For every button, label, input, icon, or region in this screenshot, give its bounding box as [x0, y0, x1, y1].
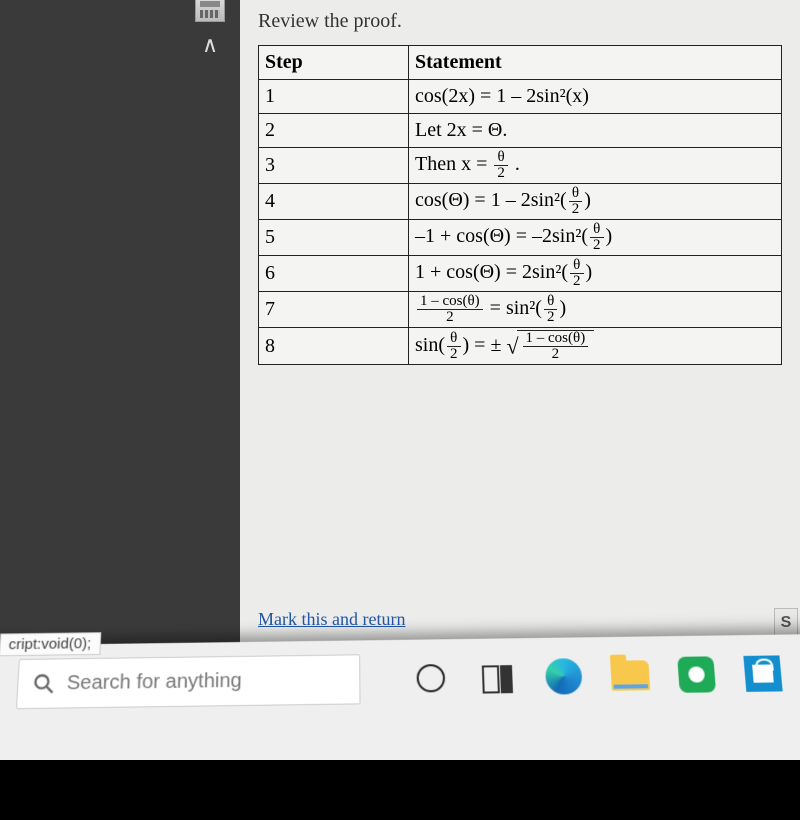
- header-statement: Statement: [409, 46, 782, 80]
- header-step: Step: [259, 46, 409, 80]
- statement-cell: Then x = θ2 .: [409, 148, 782, 184]
- step-cell: 7: [259, 292, 409, 328]
- statement-cell: –1 + cos(Θ) = –2sin²(θ2): [409, 220, 782, 256]
- laptop-keyboard-edge: [0, 760, 800, 820]
- proof-table: Step Statement 1 cos(2x) = 1 – 2sin²(x) …: [258, 45, 782, 365]
- step-cell: 5: [259, 220, 409, 256]
- search-icon: [32, 672, 55, 694]
- step-cell: 2: [259, 114, 409, 148]
- desktop-taskbar-area: cript:void(0); Search for anything: [0, 630, 800, 820]
- mark-and-return-link[interactable]: Mark this and return: [258, 609, 405, 630]
- content-pane: Review the proof. Step Statement 1 cos(2…: [240, 0, 800, 660]
- statement-cell: Let 2x = Θ.: [409, 114, 782, 148]
- search-placeholder: Search for anything: [66, 669, 242, 694]
- statement-cell: cos(Θ) = 1 – 2sin²(θ2): [409, 184, 782, 220]
- statement-cell: 1 + cos(Θ) = 2sin²(θ2): [409, 256, 782, 292]
- step-cell: 3: [259, 148, 409, 184]
- calculator-icon[interactable]: [195, 0, 225, 22]
- instruction-text: Review the proof.: [258, 10, 782, 33]
- microsoft-store-icon[interactable]: [741, 652, 785, 695]
- link-tooltip: cript:void(0);: [0, 632, 101, 656]
- collapse-up-icon[interactable]: ∧: [202, 32, 218, 58]
- statement-cell: sin(θ2) = ± √1 – cos(θ)2: [409, 328, 782, 365]
- step-cell: 6: [259, 256, 409, 292]
- task-view-icon[interactable]: [477, 656, 519, 699]
- edge-browser-icon[interactable]: [543, 655, 585, 698]
- step-cell: 8: [259, 328, 409, 365]
- statement-cell: 1 – cos(θ)2 = sin²(θ2): [409, 292, 782, 328]
- file-explorer-icon[interactable]: [609, 654, 652, 697]
- statement-cell: cos(2x) = 1 – 2sin²(x): [409, 80, 782, 114]
- cortana-circle-icon[interactable]: [410, 657, 451, 700]
- green-app-icon[interactable]: [675, 653, 718, 696]
- step-cell: 4: [259, 184, 409, 220]
- search-box[interactable]: Search for anything: [16, 654, 361, 709]
- step-cell: 1: [259, 80, 409, 114]
